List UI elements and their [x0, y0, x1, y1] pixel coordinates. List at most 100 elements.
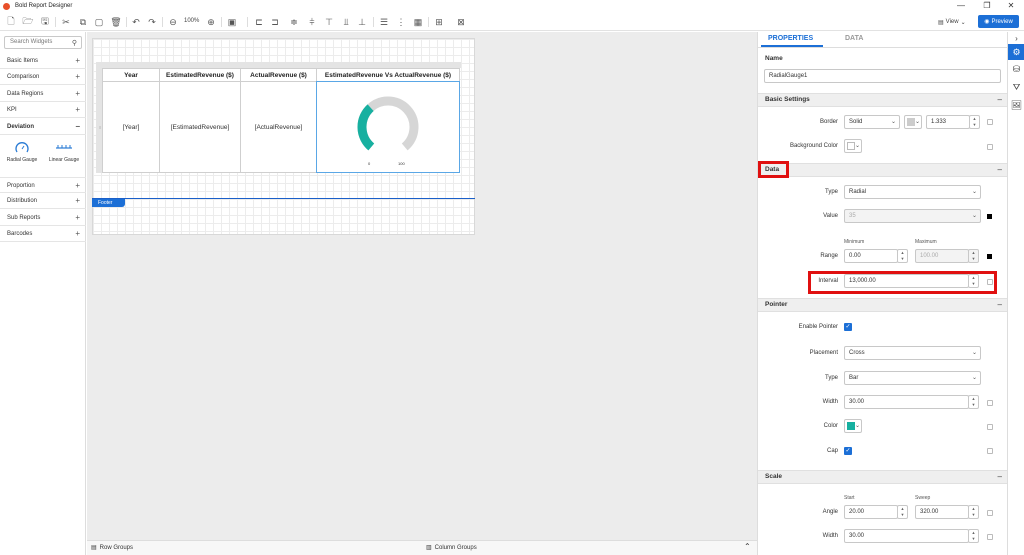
cut-icon[interactable]: ✂	[60, 16, 72, 28]
pointer-type-select[interactable]: Bar ⌄	[844, 371, 981, 385]
restore-button[interactable]: ❐	[974, 0, 1000, 12]
pointer-width-spinner[interactable]: ▲ ▼	[968, 395, 979, 409]
category-distribution[interactable]: Distribution +	[0, 193, 86, 209]
cap-checkbox[interactable]: ✓	[844, 447, 852, 455]
grid-icon[interactable]: ⊠	[455, 16, 467, 28]
angle-sweep-spinner[interactable]: ▲ ▼	[968, 505, 979, 519]
section-data[interactable]: Data –	[758, 163, 1008, 177]
category-basic-items[interactable]: Basic Items +	[0, 53, 86, 69]
radial-gauge[interactable]: 0 100	[348, 87, 428, 167]
pointer-color-picker[interactable]: ⌄	[844, 419, 862, 433]
category-deviation[interactable]: Deviation −	[0, 119, 86, 135]
category-comparison[interactable]: Comparison +	[0, 69, 86, 85]
search-widgets-input[interactable]: Search Widgets ⚲	[4, 36, 82, 49]
column-groups-button[interactable]: ▥ Column Groups	[426, 544, 477, 552]
section-pointer[interactable]: Pointer –	[758, 298, 1008, 312]
value-expression-marker[interactable]	[987, 214, 992, 219]
cell-year[interactable]: [Year]	[102, 81, 160, 173]
scale-width-input[interactable]: 30.00	[844, 529, 969, 543]
collapse-groups-icon[interactable]: ⌃	[744, 542, 751, 551]
section-basic-settings[interactable]: Basic Settings –	[758, 93, 1008, 107]
header-actual-revenue[interactable]: ActualRevenue ($)	[240, 68, 317, 82]
radial-gauge-cell[interactable]: 0 100	[316, 81, 460, 173]
align-bottom-icon[interactable]: ⊥	[356, 16, 368, 28]
delete-icon[interactable]: 🗑	[110, 16, 122, 28]
align-middle-icon[interactable]: ⫫	[340, 16, 352, 28]
insert-icon[interactable]: ⊞	[433, 16, 445, 28]
header-estimated-revenue[interactable]: EstimatedRevenue ($)	[159, 68, 241, 82]
bg-color-picker[interactable]: ⌄	[844, 139, 862, 153]
border-style-select[interactable]: Solid ⌄	[844, 115, 900, 129]
interval-expand-box[interactable]	[987, 279, 993, 285]
angle-sweep-input[interactable]: 320.00	[915, 505, 969, 519]
row-groups-button[interactable]: ▤ Row Groups	[91, 544, 133, 552]
radial-gauge-widget[interactable]: Radial Gauge	[2, 137, 42, 170]
border-icon[interactable]: ▣	[226, 16, 238, 28]
range-max-input[interactable]: 100.00	[915, 249, 969, 263]
view-button[interactable]: ▤ View ⌄	[938, 16, 966, 28]
undo-icon[interactable]: ↶	[130, 16, 142, 28]
category-barcodes[interactable]: Barcodes +	[0, 226, 86, 242]
preview-button[interactable]: ◉ Preview	[978, 15, 1019, 28]
scale-width-spinner[interactable]: ▲ ▼	[968, 529, 979, 543]
image-manager-icon[interactable]: 🖼	[1010, 99, 1023, 112]
header-gauge-column[interactable]: EstimatedRevenue Vs ActualRevenue ($)	[316, 68, 460, 82]
same-size-icon[interactable]: ▦	[412, 16, 424, 28]
angle-start-spinner[interactable]: ▲ ▼	[897, 505, 908, 519]
tab-data[interactable]: DATA	[845, 35, 863, 42]
interval-input[interactable]: 13,000.00	[844, 274, 969, 288]
header-year[interactable]: Year	[102, 68, 160, 82]
minimize-button[interactable]: —	[948, 0, 974, 12]
distribute-v-icon[interactable]: ⋮	[395, 16, 407, 28]
type-select[interactable]: Radial ⌄	[844, 185, 981, 199]
close-button[interactable]: ✕	[998, 0, 1024, 12]
name-input[interactable]: RadialGauge1	[764, 69, 1001, 83]
enable-pointer-checkbox[interactable]: ✓	[844, 323, 852, 331]
paste-icon[interactable]: ▢	[93, 16, 105, 28]
zoom-level[interactable]: 100%	[184, 18, 199, 24]
align-left-icon[interactable]: ⊏	[253, 16, 265, 28]
pointer-width-expand-box[interactable]	[987, 400, 993, 406]
border-width-spinner[interactable]: ▲ ▼	[969, 115, 980, 129]
category-kpi[interactable]: KPI +	[0, 102, 86, 118]
border-color-picker[interactable]: ⌄	[904, 115, 922, 129]
category-proportion[interactable]: Proportion +	[0, 177, 86, 193]
align-top-icon[interactable]: ⊤	[323, 16, 335, 28]
range-expression-marker[interactable]	[987, 254, 992, 259]
section-scale[interactable]: Scale –	[758, 470, 1008, 484]
range-max-spinner[interactable]: ▲ ▼	[968, 249, 979, 263]
cap-expand-box[interactable]	[987, 448, 993, 454]
center-icon[interactable]: ⫩	[306, 16, 318, 28]
bg-expand-box[interactable]	[987, 144, 993, 150]
zoom-out-icon[interactable]: ⊖	[167, 16, 179, 28]
angle-start-input[interactable]: 20.00	[844, 505, 898, 519]
border-expand-box[interactable]	[987, 119, 993, 125]
placement-select[interactable]: Cross ⌄	[844, 346, 981, 360]
tab-properties[interactable]: PROPERTIES	[768, 35, 813, 42]
angle-expand-box[interactable]	[987, 510, 993, 516]
new-file-icon[interactable]: 🗋	[5, 16, 17, 28]
align-right-icon[interactable]: ≑	[288, 16, 300, 28]
properties-gear-icon[interactable]: ⚙	[1008, 44, 1024, 60]
copy-icon[interactable]: ⧉	[77, 16, 89, 28]
redo-icon[interactable]: ↷	[146, 16, 158, 28]
distribute-h-icon[interactable]: ☰	[378, 16, 390, 28]
category-data-regions[interactable]: Data Regions +	[0, 86, 86, 102]
zoom-in-icon[interactable]: ⊕	[205, 16, 217, 28]
range-min-input[interactable]: 0.00	[844, 249, 898, 263]
category-sub-reports[interactable]: Sub Reports +	[0, 210, 86, 226]
cell-actual-revenue[interactable]: [ActualRevenue]	[240, 81, 317, 173]
linear-gauge-widget[interactable]: Linear Gauge	[44, 137, 84, 170]
filter-icon[interactable]: ⛛	[1010, 81, 1023, 94]
pointer-width-input[interactable]: 30.00	[844, 395, 969, 409]
border-width-input[interactable]: 1.333	[926, 115, 970, 129]
value-select[interactable]: 35 ⌄	[844, 209, 981, 223]
save-icon[interactable]: 🖫	[39, 16, 51, 28]
align-center-icon[interactable]: ⊐	[269, 16, 281, 28]
search-icon[interactable]: ⚲	[72, 38, 77, 49]
range-min-spinner[interactable]: ▲ ▼	[897, 249, 908, 263]
cell-estimated-revenue[interactable]: [EstimatedRevenue]	[159, 81, 241, 173]
scale-width-expand-box[interactable]	[987, 534, 993, 540]
data-source-icon[interactable]: ⛁	[1010, 63, 1023, 76]
pointer-color-expand-box[interactable]	[987, 424, 993, 430]
